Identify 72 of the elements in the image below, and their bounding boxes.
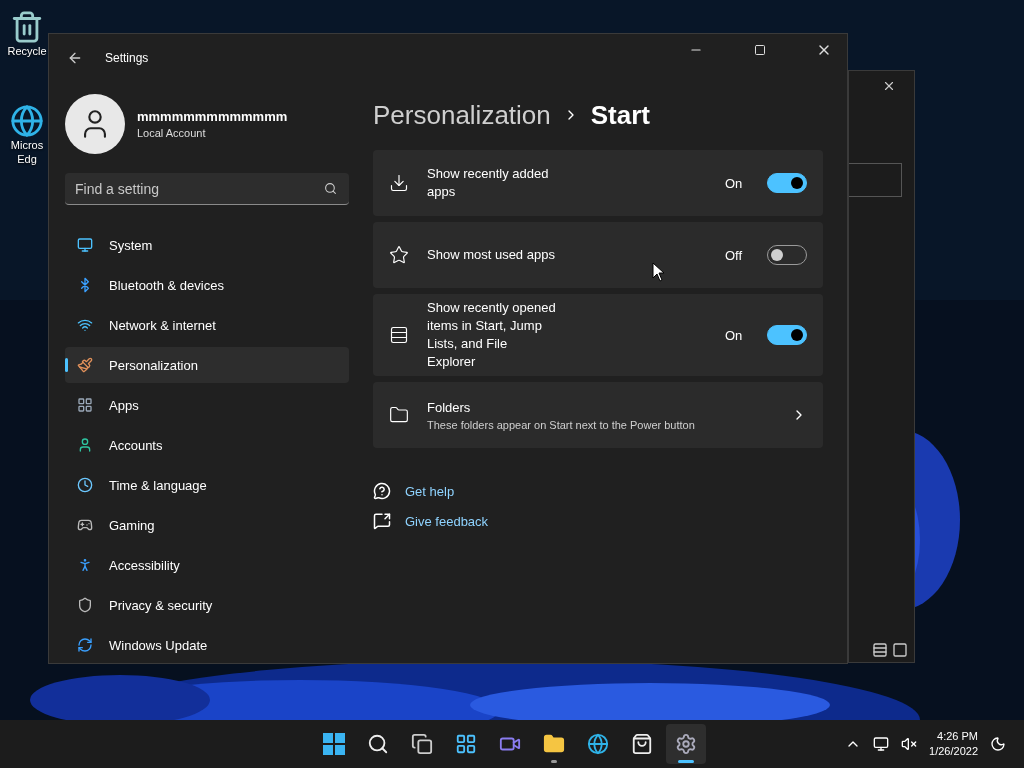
account-name: mmmmmmmmmmmmm — [137, 108, 288, 124]
nav-item[interactable]: Accessibility — [65, 547, 349, 583]
moon-icon[interactable] — [990, 736, 1006, 752]
accessibility-icon — [77, 557, 93, 573]
help-link[interactable]: Get help — [405, 483, 455, 499]
help-icon — [373, 482, 391, 500]
clock-date[interactable]: 1/26/2022 — [929, 744, 978, 759]
help-link[interactable]: Give feedback — [405, 513, 489, 529]
search-icon — [324, 182, 337, 195]
task-view-icon — [411, 733, 433, 755]
page-title: Start — [590, 99, 651, 131]
nav-item[interactable]: Gaming — [65, 507, 349, 543]
search-icon — [367, 733, 389, 755]
setting-label: Show most used apps — [427, 246, 556, 264]
maximize-icon — [754, 44, 766, 56]
setting-label: Show recently added apps — [427, 165, 550, 201]
close-icon — [882, 79, 896, 93]
network-icon[interactable] — [873, 736, 890, 752]
pointer-icon — [652, 262, 666, 282]
windows-logo-icon — [323, 733, 345, 755]
list-view-icon[interactable] — [872, 642, 888, 658]
nav-item[interactable]: Network & internet — [65, 307, 349, 343]
browser-icon — [587, 733, 609, 755]
nav-item[interactable]: Bluetooth & devices — [65, 267, 349, 303]
desktop-icon-label: Micros — [10, 138, 44, 152]
breadcrumb-parent[interactable]: Personalization — [373, 99, 551, 131]
toggle-state-text: Off — [725, 247, 744, 263]
setting-label: Folders — [427, 399, 472, 415]
account-type: Local Account — [137, 126, 207, 139]
toggle-state-text: On — [725, 327, 744, 343]
apps-grid-icon — [77, 397, 93, 413]
nav-item[interactable]: Time & language — [65, 467, 349, 503]
shopping-bag-icon — [631, 733, 653, 755]
clock-icon — [77, 477, 93, 493]
widgets-icon — [455, 733, 477, 755]
gear-icon — [675, 733, 697, 755]
window-title: Settings — [105, 51, 150, 65]
gamepad-icon — [77, 517, 93, 533]
shield-icon — [77, 597, 93, 613]
monitor-icon — [77, 237, 93, 253]
nav-item[interactable]: System — [65, 227, 349, 263]
nav-item[interactable]: Privacy & security — [65, 587, 349, 623]
setting-label: Show recently opened items in Start, Jump Lists, and File Explorer — [427, 299, 557, 371]
wifi-icon — [77, 317, 93, 333]
star-icon — [389, 245, 409, 265]
setting-description: These folders appear on Start next to the Power button — [427, 418, 696, 431]
taskbar-button[interactable] — [666, 724, 706, 764]
search-field[interactable]: Find a setting — [65, 173, 349, 205]
lines-icon — [389, 325, 409, 345]
nav-item[interactable]: Apps — [65, 387, 349, 423]
clock-time[interactable]: 4:26 PM — [937, 729, 978, 744]
refresh-icon — [77, 637, 93, 653]
toggle-switch[interactable] — [767, 325, 807, 345]
volume-muted-icon[interactable] — [901, 736, 918, 752]
text-field[interactable] — [849, 163, 902, 197]
folder-icon — [543, 733, 565, 755]
desktop-icon-label: Edg — [17, 152, 37, 166]
paintbrush-icon — [77, 357, 93, 373]
folder-icon — [389, 405, 409, 425]
download-icon — [389, 173, 409, 193]
browser-icon[interactable] — [10, 104, 44, 138]
recycle-bin-icon[interactable] — [10, 10, 44, 44]
nav-item[interactable]: Personalization — [65, 347, 349, 383]
nav-item[interactable]: Accounts — [65, 427, 349, 463]
desktop-icon-label: Recycle — [7, 44, 47, 58]
setting-card[interactable]: Folders These folders appear on Start next to the Power button — [373, 382, 823, 448]
feedback-icon — [373, 512, 391, 530]
person-icon — [77, 437, 93, 453]
toggle-state-text: On — [725, 175, 744, 191]
toggle-switch[interactable] — [767, 173, 807, 193]
nav-item[interactable]: Windows Update — [65, 627, 349, 663]
tile-view-icon[interactable] — [892, 642, 908, 658]
